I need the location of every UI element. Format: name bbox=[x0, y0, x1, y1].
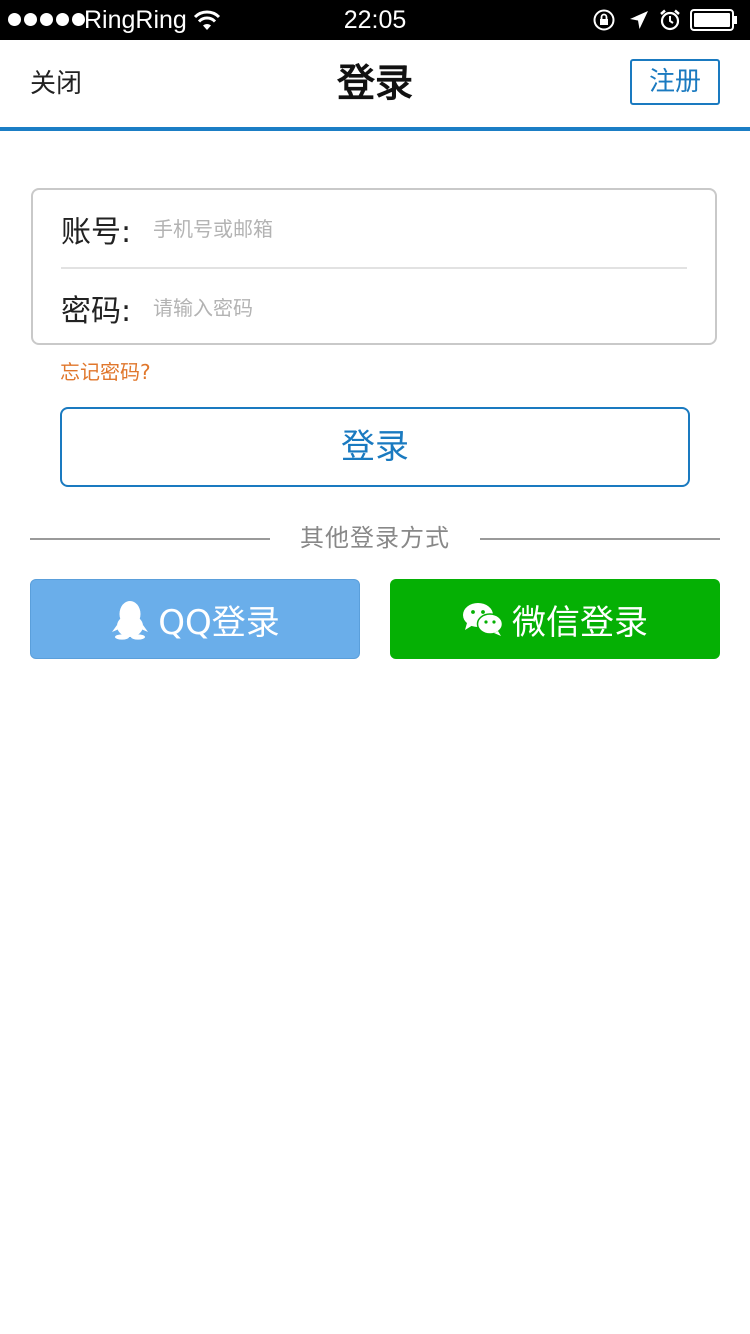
login-form: 账号: 密码: bbox=[31, 188, 717, 345]
battery-icon bbox=[690, 9, 737, 31]
account-row: 账号: bbox=[61, 190, 687, 268]
register-button[interactable]: 注册 bbox=[630, 59, 720, 105]
password-input[interactable] bbox=[153, 288, 687, 328]
account-input[interactable] bbox=[153, 209, 687, 249]
divider-line-left bbox=[30, 538, 270, 540]
wechat-login-label: 微信登录 bbox=[512, 602, 648, 643]
forgot-password-link[interactable]: 忘记密码? bbox=[60, 358, 151, 386]
other-login-title: 其他登录方式 bbox=[300, 524, 450, 552]
account-label: 账号: bbox=[61, 215, 132, 250]
status-bar: RingRing 22:05 bbox=[0, 0, 750, 40]
login-button[interactable]: 登录 bbox=[60, 407, 690, 487]
rotation-lock-icon bbox=[593, 9, 615, 31]
qq-login-button[interactable]: QQ登录 bbox=[30, 579, 360, 659]
wechat-login-button[interactable]: 微信登录 bbox=[390, 579, 720, 659]
alarm-icon bbox=[660, 9, 680, 31]
navigation-bar: 关闭 登录 注册 bbox=[0, 40, 750, 128]
divider-line-right bbox=[480, 538, 720, 540]
qq-login-label: QQ登录 bbox=[158, 602, 280, 643]
password-row: 密码: bbox=[61, 269, 687, 347]
nav-divider bbox=[0, 127, 750, 131]
wechat-icon bbox=[463, 603, 504, 636]
password-label: 密码: bbox=[61, 294, 132, 329]
qq-penguin-icon bbox=[112, 601, 149, 640]
location-icon bbox=[630, 11, 648, 29]
